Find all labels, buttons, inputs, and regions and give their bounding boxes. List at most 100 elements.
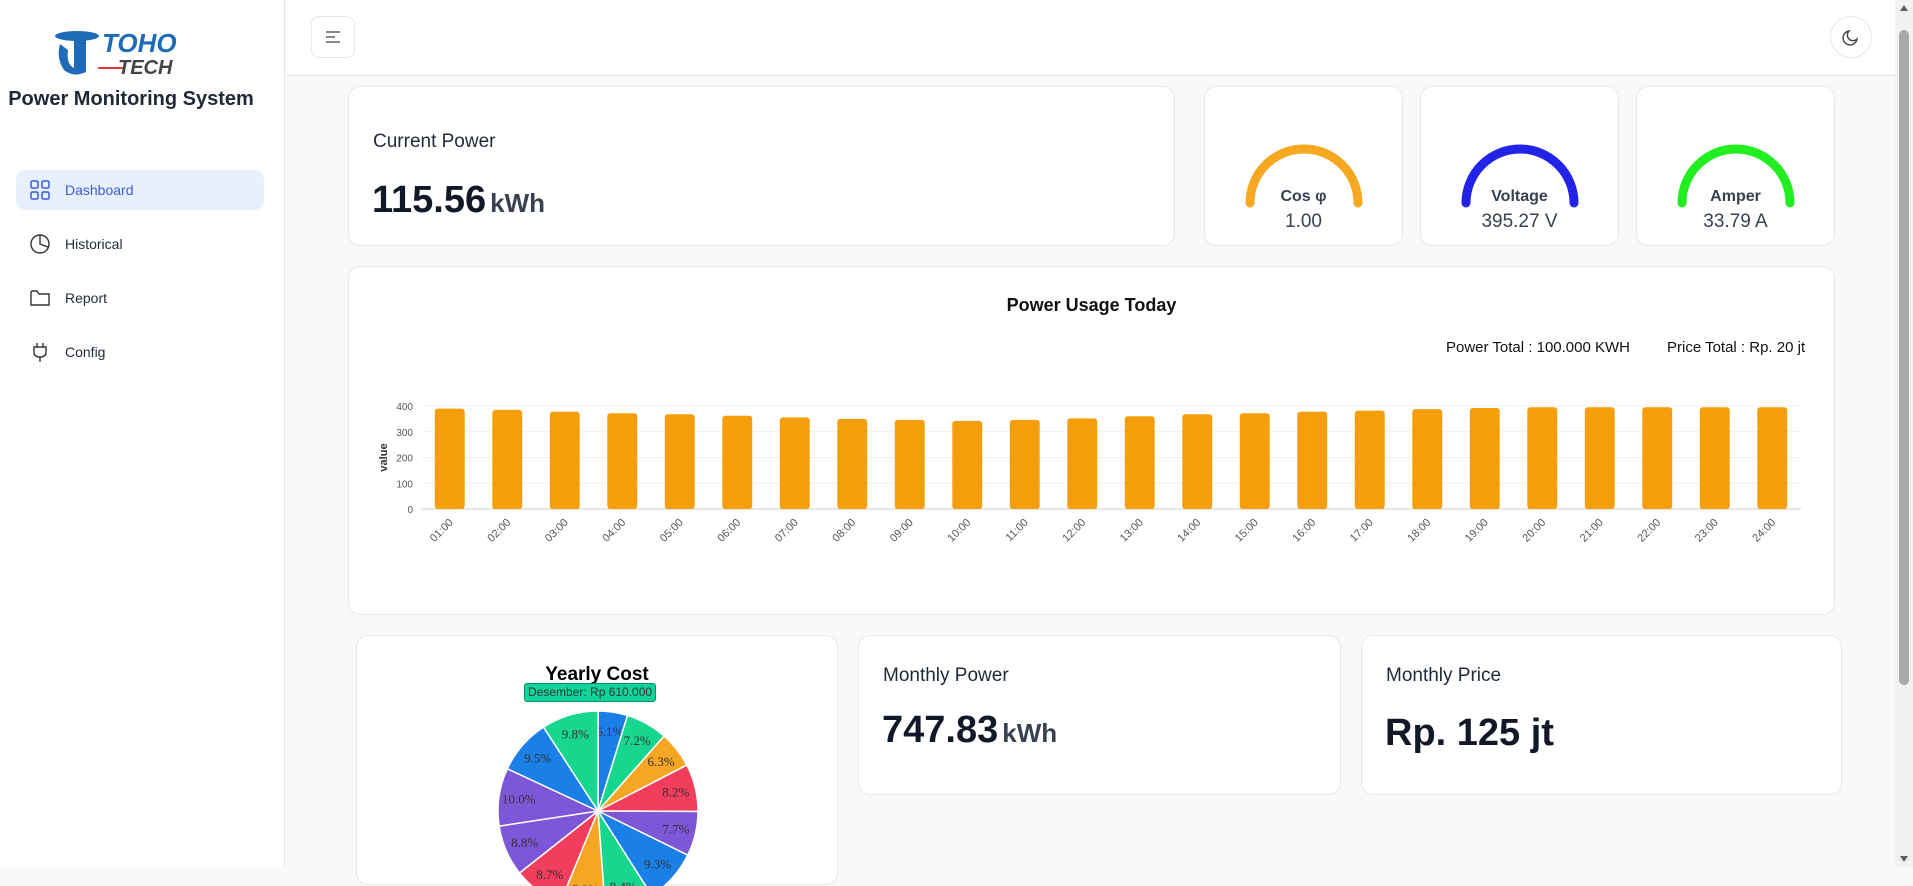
monthly-power-card: Monthly Power 747.83 kWh xyxy=(858,635,1341,795)
current-power-value: 115.56 kWh xyxy=(372,179,545,222)
gauge-card-voltage: Voltage 395.27 V xyxy=(1420,86,1619,246)
y-tick-label: 400 xyxy=(396,402,413,413)
yearly-cost-pie-chart: 5.1%7.2% 6.3% 8.2% 7.7% 9.3% 8.4% 7.9% 8.7% 8.8%… xyxy=(497,710,699,886)
bar[interactable] xyxy=(722,415,753,509)
gauge-label: Voltage xyxy=(1491,188,1548,205)
bar[interactable] xyxy=(1124,416,1155,509)
gauge-value: 33.79 A xyxy=(1703,211,1768,232)
theme-toggle-button[interactable] xyxy=(1830,16,1872,58)
pie-tooltip: Desember: Rp 610.000 xyxy=(524,683,657,702)
scroll-thumb[interactable] xyxy=(1899,30,1909,685)
pie-slice-label: 7.7% xyxy=(662,821,689,836)
bar[interactable] xyxy=(1757,407,1788,509)
bar[interactable] xyxy=(894,419,925,509)
scroll-up-arrow-icon[interactable] xyxy=(1900,5,1908,11)
sidebar-item-label: Dashboard xyxy=(65,182,134,198)
monthly-power-value: 747.83 kWh xyxy=(882,709,1057,752)
value-unit: kWh xyxy=(490,188,546,218)
sidebar-item-config[interactable]: Config xyxy=(16,332,264,372)
x-tick-label: 06:00 xyxy=(715,517,743,545)
app-title: Power Monitoring System xyxy=(8,88,254,110)
bar[interactable] xyxy=(1067,418,1098,509)
bar[interactable] xyxy=(1354,410,1385,509)
gauge-label: Amper xyxy=(1710,188,1761,205)
sidebar-item-label: Config xyxy=(65,344,106,360)
x-tick-label: 15:00 xyxy=(1233,517,1261,545)
bar[interactable] xyxy=(549,411,580,509)
x-tick-label: 23:00 xyxy=(1693,517,1721,545)
card-title: Monthly Price xyxy=(1386,665,1502,686)
sidebar-item-label: Historical xyxy=(65,236,123,252)
folder-icon xyxy=(30,290,50,306)
current-power-card: Current Power 115.56 kWh xyxy=(348,86,1175,246)
moon-icon xyxy=(1842,29,1859,46)
gauge-value: 1.00 xyxy=(1285,211,1322,232)
power-usage-bar-chart: 0 100 200 300 400 value 01:00 02:00 03:00 04:00 05… xyxy=(378,402,1801,545)
bar[interactable] xyxy=(1469,408,1500,509)
gauge-label: Cos φ xyxy=(1280,188,1327,205)
bar[interactable] xyxy=(1642,407,1673,509)
value-unit: kWh xyxy=(1002,718,1058,748)
page-scrollbar[interactable] xyxy=(1895,0,1913,867)
x-tick-label: 12:00 xyxy=(1060,517,1088,545)
bar[interactable] xyxy=(1699,407,1730,509)
menu-toggle-button[interactable] xyxy=(311,16,355,58)
monthly-price-card: Monthly Price Rp. 125 jt xyxy=(1361,635,1842,795)
pie-slice-label: 7.2% xyxy=(624,733,651,748)
sidebar-item-historical[interactable]: Historical xyxy=(16,224,264,264)
bar[interactable] xyxy=(1527,407,1558,509)
scroll-down-arrow-icon[interactable] xyxy=(1900,856,1908,862)
x-tick-label: 19:00 xyxy=(1463,517,1491,545)
x-tick-label: 02:00 xyxy=(485,517,513,545)
sidebar-item-label: Report xyxy=(65,290,108,306)
bar[interactable] xyxy=(952,420,983,509)
pie-slice-label: 10.0% xyxy=(502,792,536,807)
sidebar-nav: Dashboard Historical Report Config xyxy=(16,170,264,386)
bar[interactable] xyxy=(492,409,523,509)
bar[interactable] xyxy=(664,414,695,509)
pie-slice-label: 5.1% xyxy=(596,724,623,739)
x-tick-label: 22:00 xyxy=(1635,517,1663,545)
power-usage-card: Power Usage Today Power Total : 100.000 … xyxy=(348,266,1835,615)
bar[interactable] xyxy=(1584,407,1615,509)
top-bar xyxy=(286,0,1895,76)
pie-slice-label: 8.4% xyxy=(610,879,637,886)
sidebar-item-dashboard[interactable]: Dashboard xyxy=(16,170,264,210)
x-tick-label: 08:00 xyxy=(830,517,858,545)
card-title: Current Power xyxy=(373,131,496,152)
yearly-cost-card: Yearly Cost 5.1%7.2%6.3%8.2%7.7%9.3%8.4%… xyxy=(356,635,838,886)
value-number: 747.83 xyxy=(882,709,999,751)
pie-slice-label: 9.5% xyxy=(524,751,551,766)
bar[interactable] xyxy=(837,418,868,509)
pie-slice-label: 8.2% xyxy=(662,784,689,799)
x-tick-label: 01:00 xyxy=(428,517,456,545)
gauge-card-cos-phi: Cos φ 1.00 xyxy=(1204,86,1403,246)
sidebar-item-report[interactable]: Report xyxy=(16,278,264,318)
pie-chart-icon xyxy=(30,234,50,254)
x-tick-label: 10:00 xyxy=(945,517,973,545)
bar[interactable] xyxy=(1009,419,1040,509)
pie-slice-label: 7.9% xyxy=(572,882,599,886)
bar[interactable] xyxy=(779,417,810,509)
bar[interactable] xyxy=(1297,411,1328,509)
x-tick-label: 09:00 xyxy=(888,517,916,545)
bar[interactable] xyxy=(1412,409,1443,509)
x-tick-label: 05:00 xyxy=(658,517,686,545)
bar[interactable] xyxy=(607,413,638,509)
x-tick-label: 21:00 xyxy=(1578,517,1606,545)
value-number: 115.56 xyxy=(372,179,487,221)
pie-slice-label: 8.7% xyxy=(536,867,563,882)
bar[interactable] xyxy=(1239,413,1270,509)
card-title: Monthly Power xyxy=(883,665,1009,686)
x-tick-label: 24:00 xyxy=(1750,517,1778,545)
x-tick-label: 18:00 xyxy=(1405,517,1433,545)
pie-slice-label: 6.3% xyxy=(648,754,675,769)
x-tick-label: 03:00 xyxy=(543,517,571,545)
y-tick-label: 0 xyxy=(407,505,413,516)
logo-bottom-text: TECH xyxy=(118,57,173,79)
bar[interactable] xyxy=(434,408,465,509)
y-tick-label: 200 xyxy=(396,454,413,465)
pie-slice-label: 8.8% xyxy=(511,835,538,850)
bar[interactable] xyxy=(1182,414,1213,509)
gauge-value: 395.27 V xyxy=(1481,211,1558,232)
